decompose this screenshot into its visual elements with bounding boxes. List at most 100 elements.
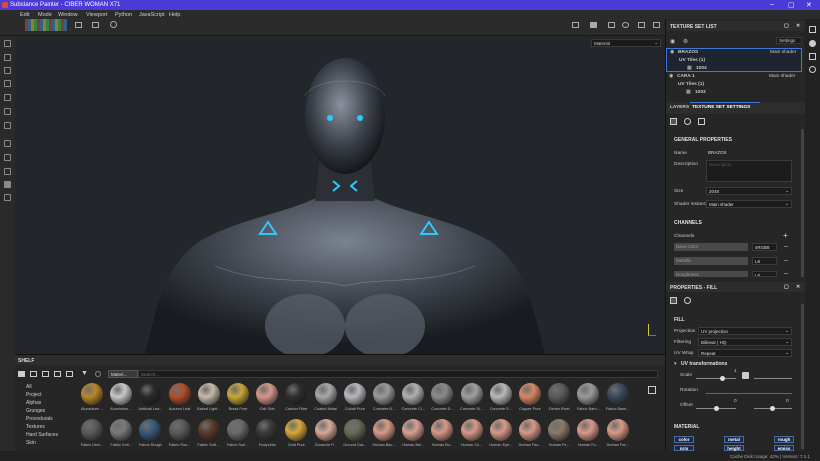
scrollbar[interactable]: [801, 304, 804, 449]
rotation-slider[interactable]: [706, 393, 792, 394]
offset-y-slider-handle[interactable]: [770, 406, 775, 411]
material-thumbnail[interactable]: [489, 383, 512, 405]
smudge-icon[interactable]: [4, 94, 11, 101]
shelf-toggle-icon[interactable]: [4, 181, 11, 188]
menu-python[interactable]: Python: [115, 12, 132, 18]
eye-icon[interactable]: ◉: [670, 50, 674, 55]
maximize-icon[interactable]: ▢: [788, 1, 795, 9]
settings-dropdown[interactable]: Settings: [776, 37, 802, 44]
layers-icon[interactable]: [809, 40, 816, 47]
category-item[interactable]: Procedurals: [26, 416, 53, 422]
category-item[interactable]: Project: [26, 392, 42, 398]
filter-icon[interactable]: ▼: [81, 370, 88, 377]
undock-icon[interactable]: ▢: [784, 23, 789, 29]
material-thumbnail[interactable]: [81, 419, 103, 441]
material-thumbnail[interactable]: [489, 419, 512, 441]
category-item[interactable]: Textures: [26, 424, 45, 430]
lock-icon[interactable]: [742, 372, 749, 379]
material-thumbnail[interactable]: [460, 419, 483, 441]
render-icon[interactable]: [622, 22, 629, 28]
material-thumbnail[interactable]: [227, 383, 249, 405]
category-item[interactable]: Skin: [26, 440, 36, 446]
list-view-icon[interactable]: [66, 371, 73, 377]
material-thumbnail[interactable]: [431, 419, 454, 441]
tab-layers[interactable]: LAYERS: [670, 105, 689, 110]
scale-slider-handle[interactable]: [720, 376, 725, 381]
uv-wrap-dropdown[interactable]: Repeat ⌄: [698, 349, 792, 357]
menu-viewport[interactable]: Viewport: [86, 12, 107, 18]
filtering-dropdown[interactable]: Bilinear | HQ ⌄: [698, 338, 792, 346]
menu-edit[interactable]: Edit: [20, 12, 29, 18]
material-thumbnail[interactable]: [373, 383, 395, 405]
minimize-icon[interactable]: –: [770, 1, 774, 8]
material-thumbnail[interactable]: [197, 383, 220, 405]
eye-icon[interactable]: ◉: [670, 38, 675, 45]
material-thumbnail[interactable]: [256, 383, 279, 405]
eraser-icon[interactable]: [4, 54, 11, 61]
collapse-icon[interactable]: ▾: [674, 362, 676, 367]
new-folder-icon[interactable]: [30, 371, 37, 377]
texture-set-row[interactable]: ◉ CARA 1 Main shader UV Tiles (1) ▦ 1003: [666, 73, 802, 97]
category-item[interactable]: Alphas: [26, 400, 41, 406]
menu-javascript[interactable]: JavaScript: [139, 12, 165, 18]
material-thumbnail[interactable]: [343, 419, 366, 441]
material-thumbnail[interactable]: [285, 383, 308, 405]
material-thumbnail[interactable]: [373, 419, 395, 441]
bake-icon[interactable]: [4, 140, 11, 147]
material-thumbnail[interactable]: [314, 383, 337, 405]
channel-row[interactable]: Metallic: [674, 257, 748, 265]
material-thumbnail[interactable]: [168, 419, 191, 441]
eye-icon[interactable]: ◉: [669, 74, 673, 79]
settings-icon[interactable]: [110, 21, 117, 28]
material-thumbnail[interactable]: [139, 383, 162, 405]
material-thumbnail[interactable]: [168, 383, 191, 405]
camera-icon[interactable]: [590, 22, 597, 28]
material-thumbnail[interactable]: [519, 419, 541, 441]
scale-slider-secondary[interactable]: [754, 378, 792, 379]
material-chip-rough[interactable]: rough: [774, 436, 794, 443]
scale-slider[interactable]: [696, 378, 736, 379]
filter-chip[interactable]: Materi...: [108, 370, 138, 378]
clone-icon[interactable]: [4, 108, 11, 115]
refresh-icon[interactable]: [95, 371, 101, 377]
material-thumbnail[interactable]: [577, 419, 600, 441]
material-thumbnail[interactable]: [110, 419, 133, 441]
add-channel-icon[interactable]: +: [783, 231, 788, 240]
material-icon[interactable]: [684, 297, 691, 304]
material-thumbnail[interactable]: [139, 419, 162, 441]
material-thumbnail[interactable]: [314, 419, 337, 441]
material-thumbnail[interactable]: [197, 419, 220, 441]
material-thumbnail[interactable]: [577, 383, 600, 405]
shader-instance-dropdown[interactable]: Main shader ⌄: [706, 200, 792, 208]
remove-channel-icon[interactable]: –: [784, 270, 788, 277]
menu-mode[interactable]: Mode: [38, 12, 52, 18]
fill-properties-icon[interactable]: [670, 297, 677, 304]
material-thumbnail[interactable]: [343, 383, 366, 405]
channel-row[interactable]: Roughness: [674, 271, 748, 277]
material-thumbnail[interactable]: [81, 383, 103, 405]
info-icon[interactable]: [809, 66, 816, 73]
offset-x-slider-handle[interactable]: [714, 406, 719, 411]
material-thumbnail[interactable]: [285, 419, 308, 441]
material-thumbnail[interactable]: [606, 419, 629, 441]
material-thumbnail[interactable]: [431, 383, 454, 405]
texture-set-row[interactable]: ◉ BRAZOS Main shader UV Tiles (1) ▦ 1004: [666, 48, 802, 72]
scrollbar[interactable]: [801, 129, 804, 277]
3d-viewport[interactable]: Material ⌄: [15, 36, 665, 354]
material-thumbnail[interactable]: [110, 383, 133, 405]
folder-icon[interactable]: [18, 371, 25, 377]
folder-icon[interactable]: [75, 22, 82, 28]
display-settings-icon[interactable]: [572, 22, 579, 28]
menu-window[interactable]: Window: [58, 12, 78, 18]
material-chip-metal[interactable]: metal: [724, 436, 744, 443]
name-field[interactable]: BRAZOS: [706, 149, 792, 157]
size-dropdown[interactable]: 2048 ⌄: [706, 187, 792, 195]
polygon-fill-icon[interactable]: [4, 80, 11, 87]
display-icon[interactable]: [4, 168, 11, 175]
camera-view-icon[interactable]: [638, 22, 645, 28]
remove-channel-icon[interactable]: –: [784, 257, 788, 264]
texture-set-list-icon[interactable]: [809, 26, 816, 33]
undock-icon[interactable]: ▢: [784, 284, 789, 290]
close-icon[interactable]: ✕: [806, 1, 812, 9]
close-icon[interactable]: ✕: [796, 23, 800, 29]
